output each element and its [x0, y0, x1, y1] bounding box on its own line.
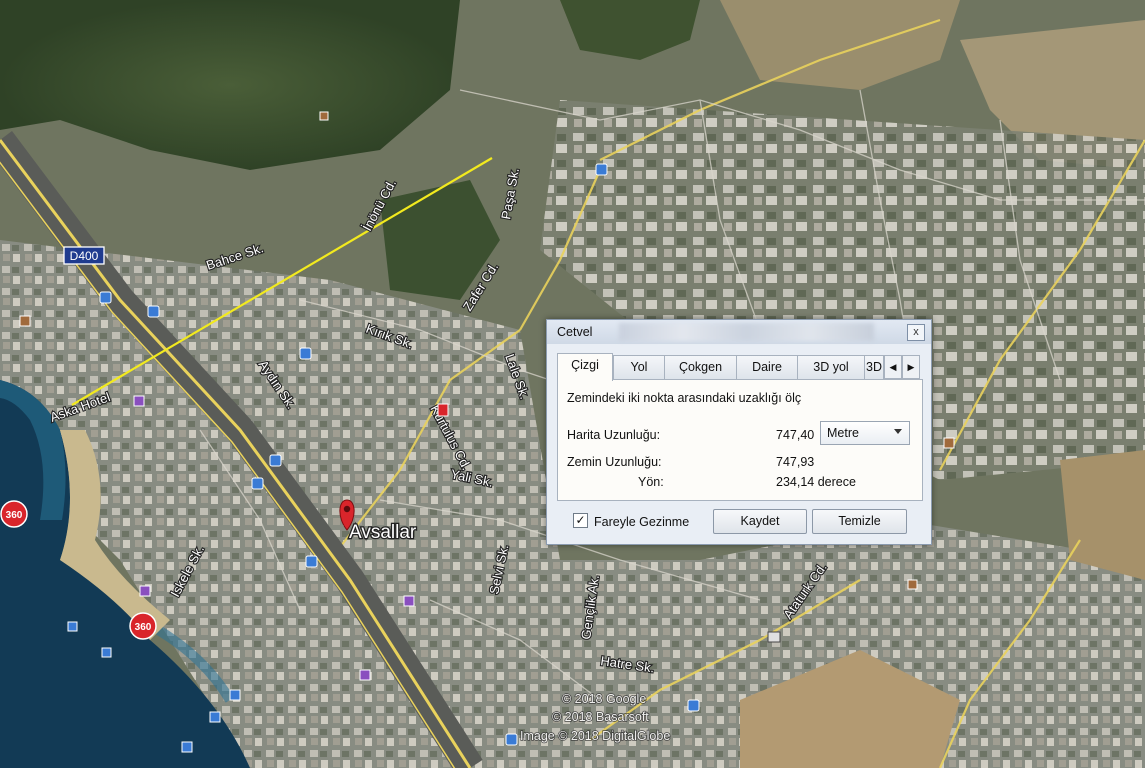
- map-length-value: 747,40: [776, 428, 815, 442]
- blurred-title-region: [619, 323, 874, 341]
- shop-icon: [943, 437, 955, 449]
- measure-description: Zemindeki iki nokta arasındaki uzaklığı …: [567, 391, 802, 405]
- tab-strip: Çizgi Yol Çokgen Daire 3D yol 3D ◀ ▶: [557, 353, 920, 381]
- shop-icon: [907, 579, 918, 590]
- svg-text:D400: D400: [70, 249, 99, 263]
- bus-stop-icon: [147, 305, 160, 318]
- mouse-nav-label[interactable]: Fareyle Gezinme: [594, 515, 689, 529]
- copyright-google: © 2018 Google: [562, 692, 646, 706]
- svg-text:360: 360: [135, 622, 152, 633]
- photo-icon: [229, 689, 241, 701]
- shop-icon: [319, 111, 329, 121]
- bus-stop-icon: [595, 163, 608, 176]
- map-length-label: Harita Uzunluğu:: [567, 428, 661, 442]
- bus-stop-icon: [687, 699, 700, 712]
- hotel-icon: [359, 669, 371, 681]
- ground-length-label: Zemin Uzunluğu:: [567, 455, 662, 469]
- ground-length-value: 747,93: [776, 455, 815, 469]
- hospital-icon: [437, 403, 449, 417]
- bus-stop-icon: [251, 477, 264, 490]
- hotel-icon: [139, 585, 151, 597]
- bus-stop-icon: [305, 555, 318, 568]
- bus-stop-icon: [269, 454, 282, 467]
- hotel-icon: [403, 595, 415, 607]
- photo-icon: [67, 621, 78, 632]
- photo-icon: [209, 711, 221, 723]
- chevron-down-icon: [894, 429, 902, 434]
- shop-icon: [19, 315, 31, 327]
- save-button[interactable]: Kaydet: [713, 509, 807, 534]
- unit-select-value: Metre: [827, 426, 859, 440]
- tab-3d-path[interactable]: 3D yol: [797, 355, 865, 380]
- clear-button[interactable]: Temizle: [812, 509, 907, 534]
- heading-value: 234,14 derece: [776, 475, 856, 489]
- close-button[interactable]: x: [907, 324, 925, 341]
- tab-path[interactable]: Yol: [613, 355, 665, 380]
- tab-3d-polygon[interactable]: 3D: [864, 355, 884, 380]
- tab-scroll-left-icon[interactable]: ◀: [884, 355, 902, 379]
- tab-line[interactable]: Çizgi: [557, 353, 613, 381]
- photo-icon: [101, 647, 112, 658]
- copyright-basarsoft: © 2018 Basarsoft: [552, 710, 649, 724]
- tab-circle[interactable]: Daire: [736, 355, 798, 380]
- ruler-dialog: Cetvel x Çizgi Yol Çokgen Daire 3D yol 3…: [546, 319, 932, 545]
- dialog-title: Cetvel: [557, 325, 593, 339]
- bus-stop-icon: [299, 347, 312, 360]
- heading-label: Yön:: [638, 475, 664, 489]
- hotel-icon: [133, 395, 145, 407]
- copyright-digitalglobe: Image © 2018 DigitalGlobe: [520, 729, 670, 743]
- mouse-nav-checkbox[interactable]: ✓: [573, 513, 588, 528]
- place-label-avsallar[interactable]: Avsallar: [348, 521, 419, 545]
- unit-select[interactable]: Metre: [820, 421, 910, 445]
- pano-360-badge[interactable]: 360: [129, 612, 157, 640]
- pano-360-badge[interactable]: 360: [0, 500, 28, 528]
- svg-text:360: 360: [6, 510, 23, 521]
- dialog-titlebar[interactable]: Cetvel x: [547, 320, 931, 344]
- building-icon: [767, 631, 781, 643]
- photo-icon: [181, 741, 193, 753]
- tab-polygon[interactable]: Çokgen: [664, 355, 737, 380]
- tab-scroll-right-icon[interactable]: ▶: [902, 355, 920, 379]
- road-badge-d400: D400: [63, 246, 105, 265]
- bus-stop-icon: [99, 291, 112, 304]
- bus-stop-icon: [505, 733, 518, 746]
